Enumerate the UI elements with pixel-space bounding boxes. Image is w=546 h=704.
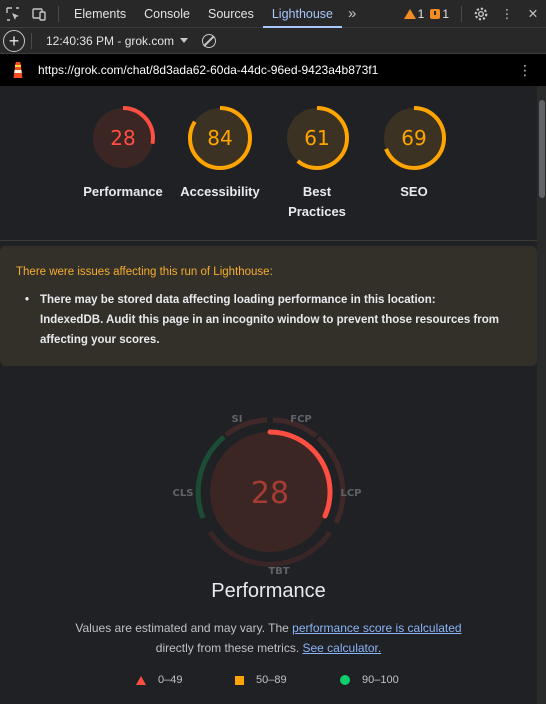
- legend-item-pass: 90–100: [340, 674, 399, 686]
- legend-range: 90–100: [362, 674, 399, 686]
- tab-lighthouse[interactable]: Lighthouse: [262, 0, 343, 28]
- report-scrollbar[interactable]: [537, 86, 546, 704]
- legend-item-fail: 0–49: [136, 674, 182, 686]
- inspect-element-icon[interactable]: [0, 0, 26, 28]
- lighthouse-report: 28 Performance 84 Accessibility 61 Best …: [0, 86, 537, 704]
- scrollbar-thumb[interactable]: [539, 100, 545, 198]
- gauge-seo[interactable]: 69 SEO: [364, 104, 464, 202]
- close-icon[interactable]: ✕: [520, 0, 546, 28]
- lighthouse-toolbar: + 12:40:36 PM - grok.com: [0, 28, 546, 54]
- gauge-label: Best Practices: [288, 184, 346, 219]
- gauge-seo-ring: 69: [382, 106, 446, 170]
- chevron-down-icon: [180, 38, 189, 43]
- more-tabs-icon[interactable]: »: [342, 5, 362, 22]
- note-text: directly from these metrics.: [155, 641, 300, 655]
- tab-console[interactable]: Console: [135, 0, 199, 28]
- tab-elements[interactable]: Elements: [65, 0, 135, 28]
- toolbar-separator: [58, 5, 59, 22]
- metric-label-si: SI: [232, 414, 243, 425]
- lighthouse-logo-icon: [13, 62, 23, 78]
- warning-badge[interactable]: 1: [403, 6, 425, 21]
- warning-item: There may be stored data affecting loadi…: [25, 290, 500, 350]
- issues-badge[interactable]: 1: [430, 7, 449, 21]
- gauge-performance-ring: 28: [91, 106, 155, 170]
- square-icon: [235, 675, 244, 685]
- gauge-value: 28: [110, 126, 135, 150]
- warning-icon: [403, 8, 416, 19]
- gauge-accessibility-ring: 84: [188, 106, 252, 170]
- performance-note: Values are estimated and may vary. The p…: [0, 618, 537, 658]
- gauge-performance[interactable]: 28 Performance: [73, 104, 173, 202]
- runtime-warning-box: There were issues affecting this run of …: [0, 246, 537, 366]
- warning-list: There may be stored data affecting loadi…: [25, 290, 500, 350]
- warning-title: There were issues affecting this run of …: [16, 266, 273, 278]
- clear-reports-icon[interactable]: [202, 33, 217, 48]
- devtools-toolbar: Elements Console Sources Lighthouse » 1 …: [0, 0, 546, 28]
- report-menu-icon[interactable]: ⋮: [518, 62, 532, 79]
- report-select-value: 12:40:36 PM - grok.com: [46, 33, 175, 48]
- toolbar-separator: [31, 32, 32, 49]
- score-gauges: 28 Performance 84 Accessibility 61 Best …: [0, 104, 537, 224]
- issue-count: 1: [442, 6, 449, 21]
- gear-icon[interactable]: [468, 0, 494, 28]
- gauge-label: Performance: [83, 184, 163, 199]
- gauge-accessibility[interactable]: 84 Accessibility: [170, 104, 270, 202]
- metric-label-lcp: LCP: [340, 488, 361, 499]
- tab-sources[interactable]: Sources: [199, 0, 263, 28]
- metric-label-tbt: TBT: [268, 566, 289, 577]
- legend-item-average: 50–89: [235, 674, 287, 686]
- gauge-best-practices-ring: 61: [285, 106, 349, 170]
- gauge-value: 61: [304, 126, 329, 150]
- performance-big-gauge: 28 SI FCP LCP TBT CLS: [173, 414, 362, 577]
- score-calculated-link[interactable]: performance score is calculated: [292, 621, 461, 635]
- gauge-label: Accessibility: [180, 184, 260, 199]
- gauge-best-practices[interactable]: 61 Best Practices: [267, 104, 367, 222]
- toolbar-separator: [461, 5, 462, 22]
- legend-range: 0–49: [158, 674, 183, 686]
- see-calculator-link[interactable]: See calculator.: [303, 641, 382, 655]
- toolbar-right: 1 1 ⋮ ✕: [403, 0, 546, 28]
- device-toggle-icon[interactable]: [26, 0, 52, 28]
- big-gauge-value: 28: [251, 476, 289, 511]
- gauge-label: SEO: [400, 184, 428, 199]
- kebab-menu-icon[interactable]: ⋮: [494, 0, 520, 28]
- circle-icon: [340, 675, 350, 685]
- note-text: Values are estimated and may vary. The: [75, 621, 293, 635]
- performance-title: Performance: [211, 580, 326, 602]
- gauge-value: 84: [207, 126, 232, 150]
- report-url-bar: https://grok.com/chat/8d3ada62-60da-44dc…: [0, 54, 546, 86]
- new-report-button[interactable]: +: [3, 29, 25, 52]
- gauge-value: 69: [401, 126, 426, 150]
- report-select[interactable]: 12:40:36 PM - grok.com: [46, 33, 189, 48]
- metric-label-cls: CLS: [173, 488, 194, 499]
- section-divider: [0, 240, 537, 241]
- issue-icon: [430, 8, 441, 19]
- triangle-icon: [136, 675, 146, 685]
- warning-count: 1: [417, 6, 425, 21]
- report-url: https://grok.com/chat/8d3ada62-60da-44dc…: [38, 63, 379, 77]
- legend-range: 50–89: [256, 674, 287, 686]
- metric-label-fcp: FCP: [290, 414, 312, 425]
